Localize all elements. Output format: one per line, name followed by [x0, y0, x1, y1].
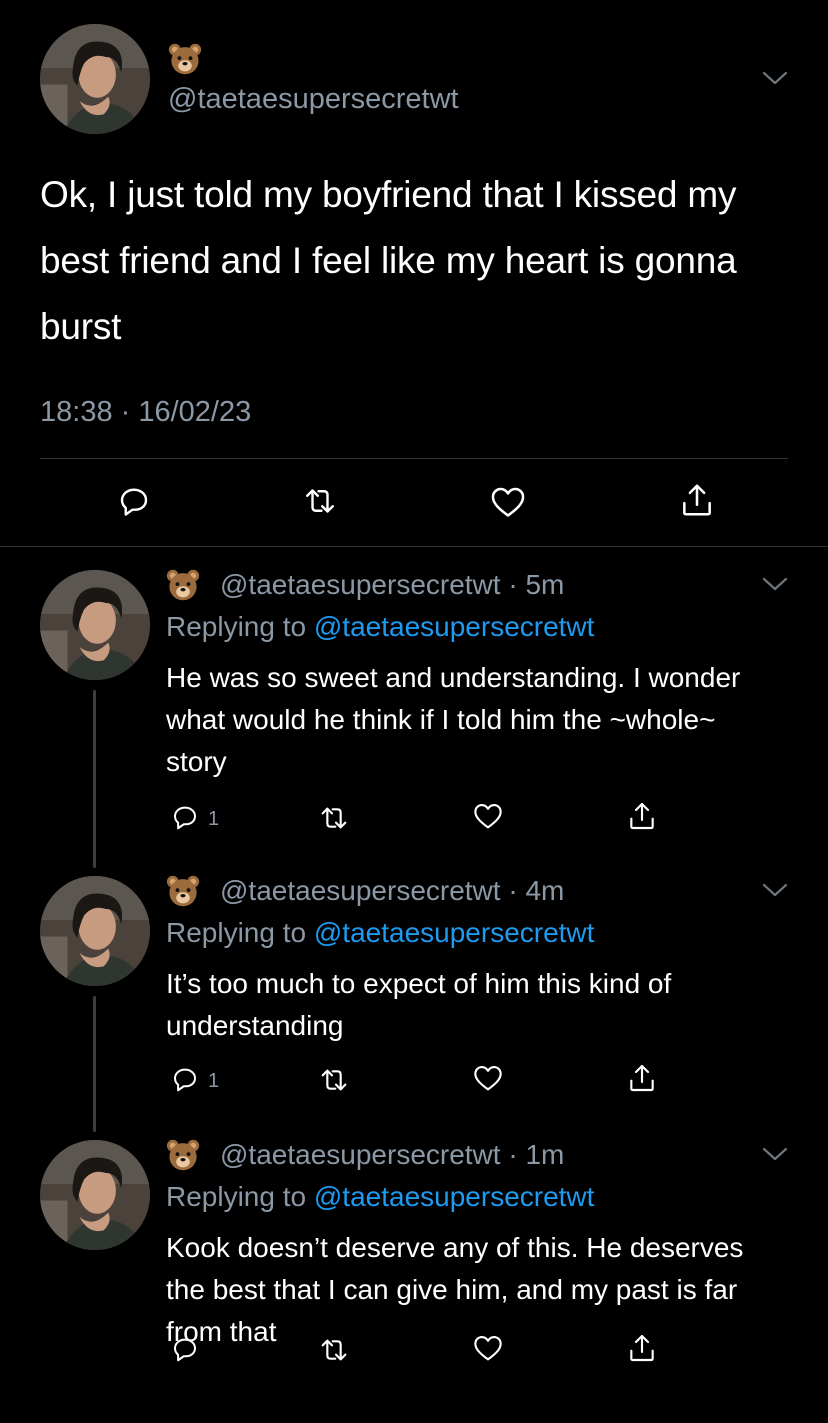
replying-to-label: Replying to	[166, 611, 307, 642]
chevron-down-icon[interactable]	[762, 882, 788, 898]
replying-to-handle[interactable]: @taetaesupersecretwt	[314, 917, 595, 948]
reply-count: 1	[208, 808, 220, 830]
author-handle[interactable]: @taetaesupersecretwt	[220, 569, 501, 600]
reply-icon[interactable]	[170, 1064, 200, 1094]
like-icon[interactable]	[472, 1062, 504, 1094]
replying-to: Replying to @taetaesupersecretwt	[166, 916, 594, 950]
reply-time: · 5m	[508, 569, 565, 600]
bear-emoji-icon	[166, 874, 200, 908]
avatar[interactable]	[40, 1140, 150, 1250]
reply-header[interactable]: @taetaesupersecretwt · 1m	[220, 1138, 564, 1172]
share-icon[interactable]	[678, 481, 716, 519]
bear-emoji-icon	[166, 568, 200, 602]
reply-header[interactable]: @taetaesupersecretwt · 4m	[220, 874, 564, 908]
reply-time: · 4m	[508, 875, 565, 906]
tweet-text: Ok, I just told my boyfriend that I kiss…	[40, 174, 737, 347]
share-icon[interactable]	[626, 1062, 658, 1094]
replying-to-label: Replying to	[166, 1181, 307, 1212]
avatar-image	[40, 24, 150, 134]
retweet-icon[interactable]	[302, 483, 338, 519]
reply-icon[interactable]	[116, 483, 152, 519]
reply-icon[interactable]	[170, 1334, 200, 1364]
reply-icon[interactable]	[170, 802, 200, 832]
retweet-icon[interactable]	[318, 802, 350, 834]
reply-time: · 1m	[508, 1139, 565, 1170]
replying-to: Replying to @taetaesupersecretwt	[166, 610, 594, 644]
thread-connector	[93, 690, 96, 868]
chevron-down-icon[interactable]	[762, 70, 788, 86]
chevron-down-icon[interactable]	[762, 576, 788, 592]
section-divider	[0, 546, 828, 547]
replying-to: Replying to @taetaesupersecretwt	[166, 1180, 594, 1214]
replying-to-handle[interactable]: @taetaesupersecretwt	[314, 611, 595, 642]
replying-to-handle[interactable]: @taetaesupersecretwt	[314, 1181, 595, 1212]
like-icon[interactable]	[472, 1332, 504, 1364]
avatar-image	[40, 1140, 150, 1250]
avatar[interactable]	[40, 876, 150, 986]
author-handle[interactable]: @taetaesupersecretwt	[168, 82, 459, 116]
share-icon[interactable]	[626, 800, 658, 832]
reply-text: He was so sweet and understanding. I won…	[166, 662, 741, 777]
reply-header[interactable]: @taetaesupersecretwt · 5m	[220, 568, 564, 602]
replying-to-label: Replying to	[166, 917, 307, 948]
chevron-down-icon[interactable]	[762, 1146, 788, 1162]
avatar[interactable]	[40, 24, 150, 134]
avatar-image	[40, 876, 150, 986]
like-icon[interactable]	[472, 800, 504, 832]
like-icon[interactable]	[489, 483, 527, 521]
bear-emoji-icon	[168, 42, 202, 76]
divider	[40, 458, 788, 459]
retweet-icon[interactable]	[318, 1064, 350, 1096]
reply-count: 1	[208, 1070, 220, 1092]
share-icon[interactable]	[626, 1332, 658, 1364]
avatar-image	[40, 570, 150, 680]
avatar[interactable]	[40, 570, 150, 680]
author-handle[interactable]: @taetaesupersecretwt	[220, 1139, 501, 1170]
bear-emoji-icon	[166, 1138, 200, 1172]
author-handle[interactable]: @taetaesupersecretwt	[220, 875, 501, 906]
tweet-timestamp[interactable]: 18:38 · 16/02/23	[40, 396, 251, 429]
reply-text: It’s too much to expect of him this kind…	[166, 968, 672, 1041]
thread-connector	[93, 996, 96, 1132]
retweet-icon[interactable]	[318, 1334, 350, 1366]
